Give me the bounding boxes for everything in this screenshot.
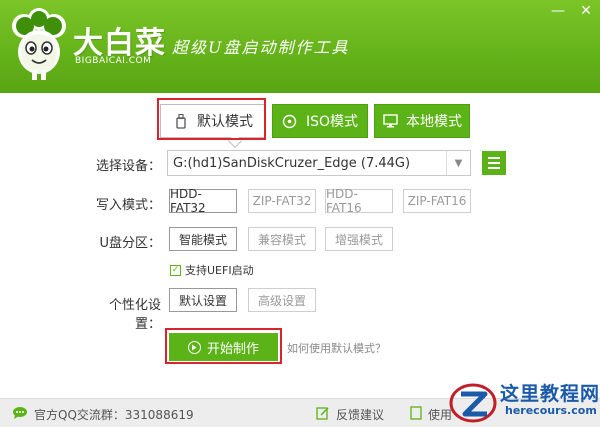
tab-label: 本地模式 <box>406 114 462 130</box>
device-value: G:(hd1)SanDiskCruzer_Edge (7.44G) <box>173 155 411 171</box>
feedback-text: 反馈建议 <box>336 408 385 422</box>
doc-icon <box>410 406 422 423</box>
slogan-text: 超级U盘启动制作工具 <box>172 38 350 57</box>
qq-group[interactable]: 官方QQ交流群：331088619 <box>12 406 194 423</box>
qq-group-text: 官方QQ交流群：331088619 <box>34 408 194 422</box>
minimize-icon[interactable]: — <box>544 0 572 22</box>
chevron-down-icon[interactable]: ▼ <box>446 151 470 175</box>
write-mode-zip-fat32[interactable]: ZIP-FAT32 <box>248 189 316 213</box>
partition-compatible[interactable]: 兼容模式 <box>248 227 316 251</box>
write-mode-zip-fat16[interactable]: ZIP-FAT16 <box>403 189 471 213</box>
tab-local-mode[interactable]: 本地模式 <box>374 104 470 138</box>
help-link[interactable]: 如何使用默认模式？ <box>287 340 386 356</box>
tab-label: ISO模式 <box>305 114 359 130</box>
partition-enhanced[interactable]: 增强模式 <box>325 227 393 251</box>
chat-icon <box>12 406 28 423</box>
disc-icon <box>282 113 298 129</box>
uefi-label: 支持UEFI启动 <box>185 264 254 277</box>
write-mode-label: 写入模式： <box>95 198 161 213</box>
device-select[interactable]: G:(hd1)SanDiskCruzer_Edge (7.44G) ▼ <box>167 150 471 176</box>
personalize-default[interactable]: 默认设置 <box>169 288 237 312</box>
monitor-icon <box>382 113 398 129</box>
usb-icon <box>173 113 189 129</box>
brand-name-en: BIGBAICAI.COM <box>75 56 152 66</box>
write-mode-hdd-fat16[interactable]: HDD-FAT16 <box>325 187 393 215</box>
start-label: 开始制作 <box>206 341 259 357</box>
watermark-title: 这里教程网 <box>500 383 600 405</box>
uefi-checkbox-row[interactable]: ✓ 支持UEFI启动 <box>170 262 254 278</box>
menu-icon[interactable] <box>482 151 506 175</box>
write-mode-hdd-fat32[interactable]: HDD-FAT32 <box>169 187 237 215</box>
edit-icon <box>316 406 330 423</box>
tab-label: 默认模式 <box>197 114 253 130</box>
close-icon[interactable]: ✕ <box>572 0 600 22</box>
feedback-link[interactable]: 反馈建议 <box>316 406 384 423</box>
play-icon <box>187 340 201 354</box>
watermark-sub: herecours.com <box>505 404 597 417</box>
tab-iso-mode[interactable]: ISO模式 <box>272 104 368 138</box>
partition-smart[interactable]: 智能模式 <box>169 227 237 251</box>
uefi-checkbox[interactable]: ✓ <box>170 264 181 276</box>
device-label: 选择设备： <box>95 159 161 174</box>
start-button[interactable]: 开始制作 <box>169 333 278 361</box>
app-window: 大白菜 BIGBAICAI.COM 超级U盘启动制作工具 — ✕ 默认模式 IS… <box>0 0 600 427</box>
mode-tabs: 默认模式 ISO模式 本地模式 <box>160 104 470 138</box>
personalize-advanced[interactable]: 高级设置 <box>248 288 316 312</box>
usage-link[interactable]: 使用 <box>410 406 452 423</box>
watermark-logo-icon <box>449 383 497 423</box>
cabbage-mascot-logo <box>12 8 66 80</box>
header-banner: 大白菜 BIGBAICAI.COM 超级U盘启动制作工具 — ✕ <box>0 0 600 93</box>
tab-default-mode[interactable]: 默认模式 <box>160 104 266 138</box>
partition-label: U盘分区： <box>99 236 161 251</box>
watermark: 这里教程网 herecours.com <box>447 376 600 427</box>
personalize-label: 个性化设置： <box>108 298 161 332</box>
window-controls: — ✕ <box>544 0 600 22</box>
